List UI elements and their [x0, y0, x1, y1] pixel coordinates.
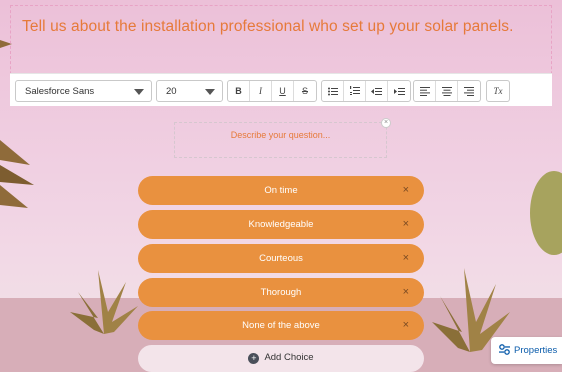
- font-family-select[interactable]: Salesforce Sans: [15, 80, 152, 102]
- numbered-list-button[interactable]: [344, 81, 366, 101]
- increase-indent-button[interactable]: [388, 81, 410, 101]
- strikethrough-icon: S: [301, 86, 308, 96]
- rich-text-toolbar: Salesforce Sans 20 B I U S Tx: [10, 73, 552, 106]
- agave-plant-left-decoration: [70, 270, 138, 334]
- choice-item[interactable]: Knowledgeable ×: [138, 210, 424, 239]
- underline-button[interactable]: U: [272, 81, 294, 101]
- choice-label[interactable]: Courteous: [259, 253, 303, 264]
- align-left-button[interactable]: [414, 81, 436, 101]
- close-icon[interactable]: ×: [381, 118, 391, 128]
- properties-label: Properties: [514, 345, 558, 356]
- choice-label[interactable]: Knowledgeable: [249, 219, 314, 230]
- remove-choice-icon[interactable]: ×: [403, 244, 409, 273]
- align-center-button[interactable]: [436, 81, 458, 101]
- bulleted-list-button[interactable]: [322, 81, 344, 101]
- question-text[interactable]: Tell us about the installation professio…: [22, 18, 514, 36]
- remove-choice-icon[interactable]: ×: [403, 210, 409, 239]
- remove-choice-icon[interactable]: ×: [403, 278, 409, 307]
- clear-formatting-icon: Tx: [493, 86, 503, 96]
- clear-format-group: Tx: [486, 80, 510, 102]
- remove-choice-icon[interactable]: ×: [403, 311, 409, 340]
- choice-label[interactable]: Thorough: [261, 287, 302, 298]
- font-size-select[interactable]: 20: [156, 80, 223, 102]
- choice-label[interactable]: None of the above: [242, 320, 320, 331]
- align-right-icon: [464, 86, 474, 96]
- choice-item[interactable]: Thorough ×: [138, 278, 424, 307]
- clear-formatting-button[interactable]: Tx: [487, 81, 509, 101]
- add-choice-button[interactable]: + Add Choice: [138, 345, 424, 372]
- bold-icon: B: [235, 86, 242, 96]
- question-description-field[interactable]: Describe your question... ×: [174, 118, 391, 158]
- text-style-group: B I U S: [227, 80, 317, 102]
- choice-item[interactable]: Courteous ×: [138, 244, 424, 273]
- alignment-group: [413, 80, 481, 102]
- indent-icon: [393, 87, 405, 95]
- remove-choice-icon[interactable]: ×: [403, 176, 409, 205]
- strikethrough-button[interactable]: S: [294, 81, 316, 101]
- choice-item[interactable]: On time ×: [138, 176, 424, 205]
- outdent-icon: [371, 87, 382, 95]
- choice-item[interactable]: None of the above ×: [138, 311, 424, 340]
- chevron-down-icon: [134, 89, 144, 95]
- align-right-button[interactable]: [458, 81, 480, 101]
- italic-icon: I: [259, 86, 262, 96]
- decrease-indent-button[interactable]: [366, 81, 388, 101]
- underline-icon: U: [279, 86, 286, 96]
- align-center-icon: [441, 86, 452, 96]
- font-family-value: Salesforce Sans: [25, 86, 95, 97]
- properties-icon: [499, 344, 510, 355]
- list-indent-group: [321, 80, 411, 102]
- align-left-icon: [419, 86, 430, 96]
- palm-leaves-left-decoration: [0, 140, 34, 208]
- italic-button[interactable]: I: [250, 81, 272, 101]
- chevron-down-icon: [205, 89, 215, 95]
- bold-button[interactable]: B: [228, 81, 250, 101]
- numbered-list-icon: [349, 86, 360, 95]
- choice-label[interactable]: On time: [264, 185, 297, 196]
- properties-button[interactable]: Properties: [491, 337, 562, 364]
- description-placeholder: Describe your question...: [230, 130, 331, 140]
- cactus-right-decoration: [530, 171, 562, 255]
- bulleted-list-icon: [327, 87, 338, 95]
- add-circle-icon: +: [248, 353, 260, 364]
- add-choice-label: Add Choice: [264, 352, 314, 363]
- font-size-value: 20: [166, 86, 177, 97]
